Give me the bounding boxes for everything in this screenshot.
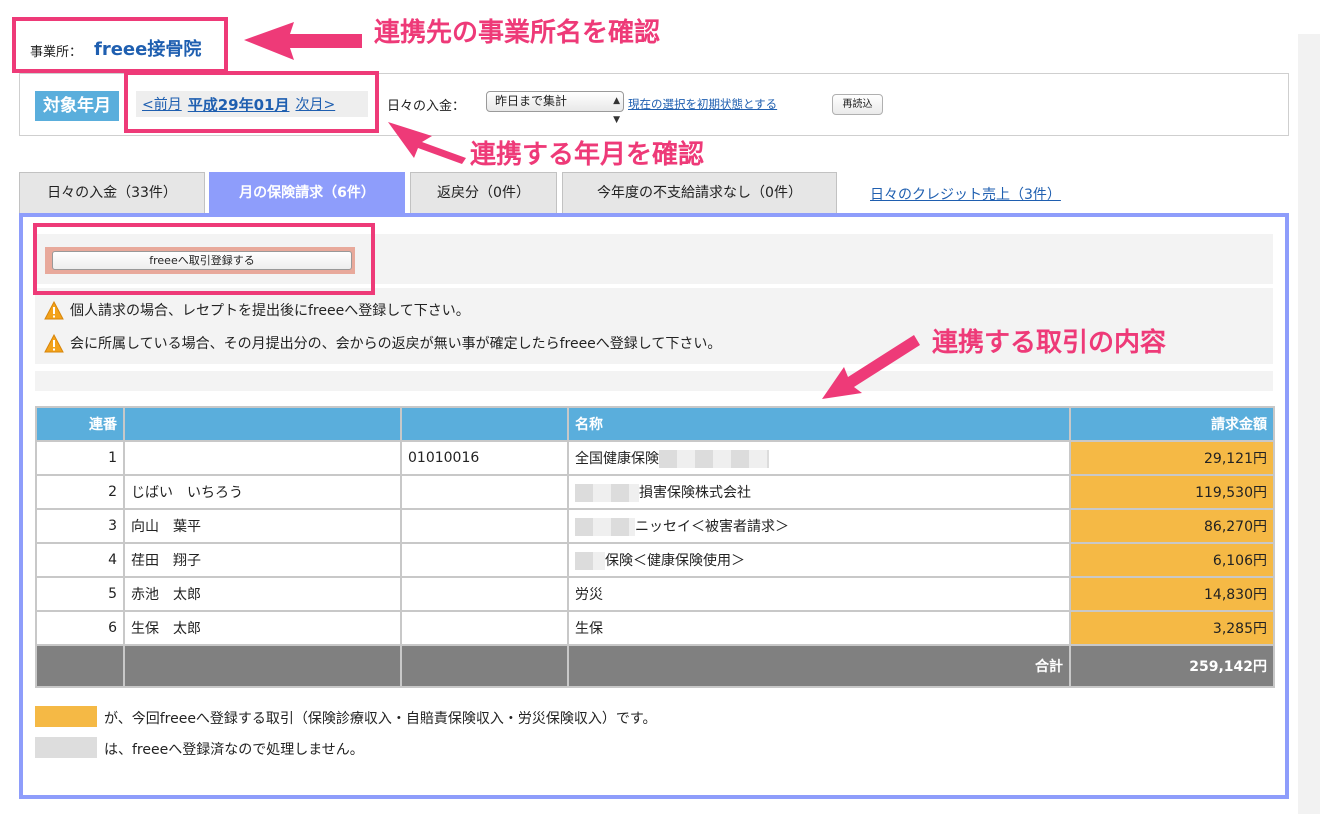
redacted-block — [575, 484, 639, 502]
reset-selection-link[interactable]: 現在の選択を初期状態とする — [628, 96, 777, 112]
daily-deposit-select-value: 昨日まで集計 — [495, 94, 568, 108]
table-row: 6 生保 太郎 生保 3,285円 — [35, 610, 1275, 646]
insurance-billing-table: 連番 名称 請求金額 1 01010016 全国健康保険 29,121円 2 じ… — [35, 406, 1275, 688]
row-patient: 荏田 翔子 — [123, 542, 402, 578]
period-label: 対象年月 — [35, 91, 119, 121]
office-label: 事業所： — [30, 45, 83, 60]
table-row: 5 赤池 太郎 労災 14,830円 — [35, 576, 1275, 612]
row-patient — [123, 440, 402, 476]
row-amount: 3,285円 — [1069, 610, 1275, 646]
row-patient: 赤池 太郎 — [123, 576, 402, 612]
row-name-cell: 損害保険株式会社 — [567, 474, 1071, 510]
tab-returns[interactable]: 返戻分（0件） — [410, 172, 557, 213]
next-month-link[interactable]: 次月> — [295, 94, 335, 114]
daily-deposit-label: 日々の入金： — [387, 99, 466, 114]
row-code — [400, 542, 569, 578]
row-code — [400, 610, 569, 646]
row-amount: 29,121円 — [1069, 440, 1275, 476]
table-row: 1 01010016 全国健康保険 29,121円 — [35, 440, 1275, 476]
annotation-transaction-content: 連携する取引の内容 — [932, 328, 1167, 358]
row-serial: 2 — [35, 474, 125, 510]
warning-icon — [44, 300, 64, 320]
legend-swatch-registered — [35, 737, 97, 758]
row-code — [400, 576, 569, 612]
row-code: 01010016 — [400, 440, 569, 476]
row-serial: 6 — [35, 610, 125, 646]
office-name: freee接骨院 — [94, 39, 202, 60]
row-amount: 14,830円 — [1069, 576, 1275, 612]
col-header-serial: 連番 — [35, 406, 125, 442]
row-serial: 4 — [35, 542, 125, 578]
row-name: 全国健康保険 — [575, 451, 659, 467]
office-box: 事業所： freee接骨院 — [12, 17, 228, 73]
redacted-block — [575, 552, 605, 570]
table-row: 3 向山 葉平 ニッセイ＜被害者請求＞ 86,270円 — [35, 508, 1275, 544]
period-nav-highlight: <前月 平成29年01月 次月> — [124, 71, 379, 133]
table-header-row: 連番 名称 請求金額 — [35, 406, 1275, 442]
total-empty-cell — [35, 644, 125, 688]
row-name: 生保 — [567, 610, 1071, 646]
row-serial: 3 — [35, 508, 125, 544]
reload-button[interactable]: 再読込 — [832, 94, 883, 115]
register-to-freee-button[interactable]: freeeへ取引登録する — [52, 251, 352, 270]
daily-deposit-select[interactable]: 昨日まで集計 ▲ ▼ — [486, 91, 624, 125]
annotation-confirm-office: 連携先の事業所名を確認 — [374, 18, 661, 48]
redacted-block — [575, 518, 635, 536]
annotation-arrow-content — [822, 335, 920, 399]
row-name-cell: 全国健康保険 — [567, 440, 1071, 476]
row-name: 損害保険株式会社 — [639, 485, 751, 501]
annotation-arrow-office — [244, 22, 362, 60]
col-header-code — [400, 406, 569, 442]
annotation-confirm-period: 連携する年月を確認 — [470, 140, 705, 170]
register-button-frame: freeeへ取引登録する — [45, 247, 355, 274]
row-patient: 生保 太郎 — [123, 610, 402, 646]
total-label: 合計 — [567, 644, 1071, 688]
row-code — [400, 508, 569, 544]
warning-text-1: 個人請求の場合、レセプトを提出後にfreeeへ登録して下さい。 — [70, 303, 470, 319]
warning-line-2: 会に所属している場合、その月提出分の、会からの返戻が無い事が確定したらfreee… — [44, 333, 721, 353]
table-row: 2 じばい いちろう 損害保険株式会社 119,530円 — [35, 474, 1275, 510]
row-name: 労災 — [567, 576, 1071, 612]
spacer-band — [35, 371, 1273, 391]
table-row: 4 荏田 翔子 保険＜健康保険使用＞ 6,106円 — [35, 542, 1275, 578]
row-name-cell: ニッセイ＜被害者請求＞ — [567, 508, 1071, 544]
col-header-name: 名称 — [567, 406, 1071, 442]
row-name: 保険＜健康保険使用＞ — [605, 553, 745, 569]
row-serial: 5 — [35, 576, 125, 612]
row-patient: じばい いちろう — [123, 474, 402, 510]
redacted-block — [659, 450, 769, 468]
legend-text-registered: は、freeeへ登録済なので処理しません。 — [104, 742, 364, 758]
row-name-cell: 保険＜健康保険使用＞ — [567, 542, 1071, 578]
current-month-link[interactable]: 平成29年01月 — [188, 94, 290, 115]
total-empty-cell — [400, 644, 569, 688]
warning-icon — [44, 333, 64, 353]
row-amount: 119,530円 — [1069, 474, 1275, 510]
row-patient: 向山 葉平 — [123, 508, 402, 544]
row-serial: 1 — [35, 440, 125, 476]
tab-daily-credit-link[interactable]: 日々のクレジット売上（3件） — [870, 184, 1061, 204]
warning-text-2: 会に所属している場合、その月提出分の、会からの返戻が無い事が確定したらfreee… — [70, 336, 722, 352]
tab-no-nonpayment[interactable]: 今年度の不支給請求なし（0件） — [562, 172, 837, 213]
tab-daily-deposit[interactable]: 日々の入金（33件） — [19, 172, 205, 213]
annotation-arrow-period — [388, 122, 466, 164]
tab-monthly-insurance[interactable]: 月の保険請求（6件） — [209, 172, 405, 213]
row-amount: 86,270円 — [1069, 508, 1275, 544]
col-header-amount: 請求金額 — [1069, 406, 1275, 442]
warning-line-1: 個人請求の場合、レセプトを提出後にfreeeへ登録して下さい。 — [44, 300, 470, 320]
total-empty-cell — [123, 644, 402, 688]
prev-month-link[interactable]: <前月 — [142, 94, 182, 114]
legend-text-to-register: が、今回freeeへ登録する取引（保険診療収入・自賠責保険収入・労災保険収入）で… — [104, 711, 657, 727]
right-gutter — [1298, 34, 1320, 814]
col-header-patient — [123, 406, 402, 442]
table-total-row: 合計 259,142円 — [35, 644, 1275, 688]
period-nav: <前月 平成29年01月 次月> — [136, 91, 368, 117]
row-code — [400, 474, 569, 510]
row-amount: 6,106円 — [1069, 542, 1275, 578]
row-name: ニッセイ＜被害者請求＞ — [635, 519, 789, 535]
total-amount: 259,142円 — [1069, 644, 1275, 688]
register-highlight: freeeへ取引登録する — [33, 223, 375, 295]
select-arrows-icon: ▲ ▼ — [613, 96, 620, 125]
legend-swatch-to-register — [35, 706, 97, 727]
